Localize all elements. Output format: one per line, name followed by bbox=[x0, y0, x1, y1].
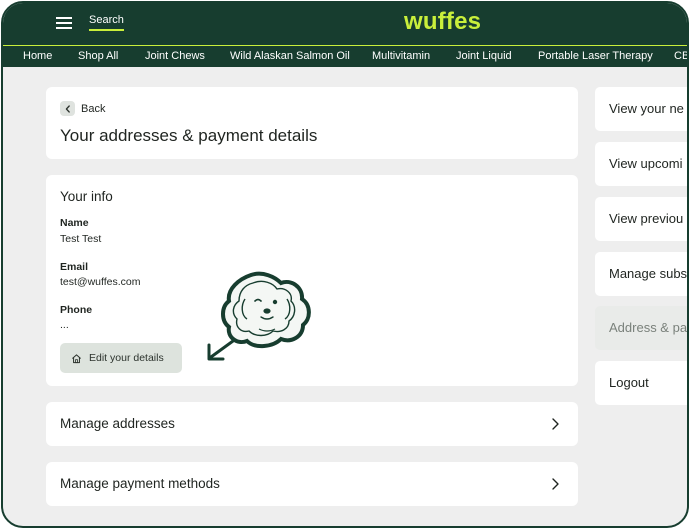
sidebar-item-label: View previou bbox=[609, 211, 684, 226]
nav-item-joint-liquid[interactable]: Joint Liquid bbox=[456, 50, 512, 62]
sidebar-item-view-next[interactable]: View your ne bbox=[595, 87, 687, 131]
manage-addresses-row[interactable]: Manage addresses bbox=[46, 402, 578, 446]
edit-details-label: Edit your details bbox=[89, 352, 164, 364]
email-label: Email bbox=[60, 261, 89, 273]
hamburger-menu-icon[interactable] bbox=[56, 17, 72, 30]
your-info-title: Your info bbox=[60, 189, 113, 204]
sidebar-item-view-previous[interactable]: View previou bbox=[595, 197, 687, 241]
sidebar-item-view-upcoming[interactable]: View upcomi bbox=[595, 142, 687, 186]
manage-payment-methods-label: Manage payment methods bbox=[60, 476, 220, 491]
sidebar-item-label: View your ne bbox=[609, 101, 684, 116]
nav-item-multivitamin[interactable]: Multivitamin bbox=[372, 50, 430, 62]
title-card: Back Your addresses & payment details bbox=[46, 87, 578, 159]
top-header: Search wuffes bbox=[3, 3, 687, 45]
name-label: Name bbox=[60, 217, 89, 229]
back-button[interactable]: Back bbox=[60, 101, 105, 116]
chevron-right-icon bbox=[552, 418, 559, 430]
sidebar-item-label: Address & pa bbox=[609, 320, 688, 335]
sidebar-item-manage-subscriptions[interactable]: Manage subs bbox=[595, 252, 688, 296]
edit-details-button[interactable]: Edit your details bbox=[60, 343, 182, 373]
nav-item-shop-all[interactable]: Shop All bbox=[78, 50, 118, 62]
name-value: Test Test bbox=[60, 233, 102, 245]
sidebar-item-logout[interactable]: Logout bbox=[595, 361, 687, 405]
nav-item-cbd[interactable]: CB bbox=[674, 50, 687, 62]
wuffes-logo[interactable]: wuffes bbox=[404, 8, 481, 36]
email-value: test@wuffes.com bbox=[60, 276, 141, 288]
dog-mascot-illustration bbox=[207, 271, 311, 361]
search-link[interactable]: Search bbox=[89, 14, 124, 31]
app-frame: Search wuffes Home Shop All Joint Chews … bbox=[1, 1, 689, 528]
sidebar-item-label: Logout bbox=[609, 375, 649, 390]
chevron-left-icon bbox=[60, 101, 75, 116]
main-nav: Home Shop All Joint Chews Wild Alaskan S… bbox=[3, 45, 687, 67]
back-label: Back bbox=[81, 102, 106, 115]
phone-label: Phone bbox=[60, 304, 93, 316]
sidebar-item-label: Manage subs bbox=[609, 266, 688, 281]
manage-payment-methods-row[interactable]: Manage payment methods bbox=[46, 462, 578, 506]
home-icon bbox=[72, 353, 81, 363]
page-title: Your addresses & payment details bbox=[60, 126, 318, 145]
nav-item-laser-therapy[interactable]: Portable Laser Therapy bbox=[538, 50, 653, 62]
chevron-right-icon bbox=[552, 478, 559, 490]
phone-value: ... bbox=[60, 319, 69, 331]
sidebar-item-label: View upcomi bbox=[609, 156, 683, 171]
nav-item-salmon-oil[interactable]: Wild Alaskan Salmon Oil bbox=[230, 50, 350, 62]
sidebar-item-address-payment[interactable]: Address & pa bbox=[595, 306, 688, 350]
nav-item-joint-chews[interactable]: Joint Chews bbox=[145, 50, 205, 62]
manage-addresses-label: Manage addresses bbox=[60, 416, 175, 431]
nav-item-home[interactable]: Home bbox=[23, 50, 52, 62]
